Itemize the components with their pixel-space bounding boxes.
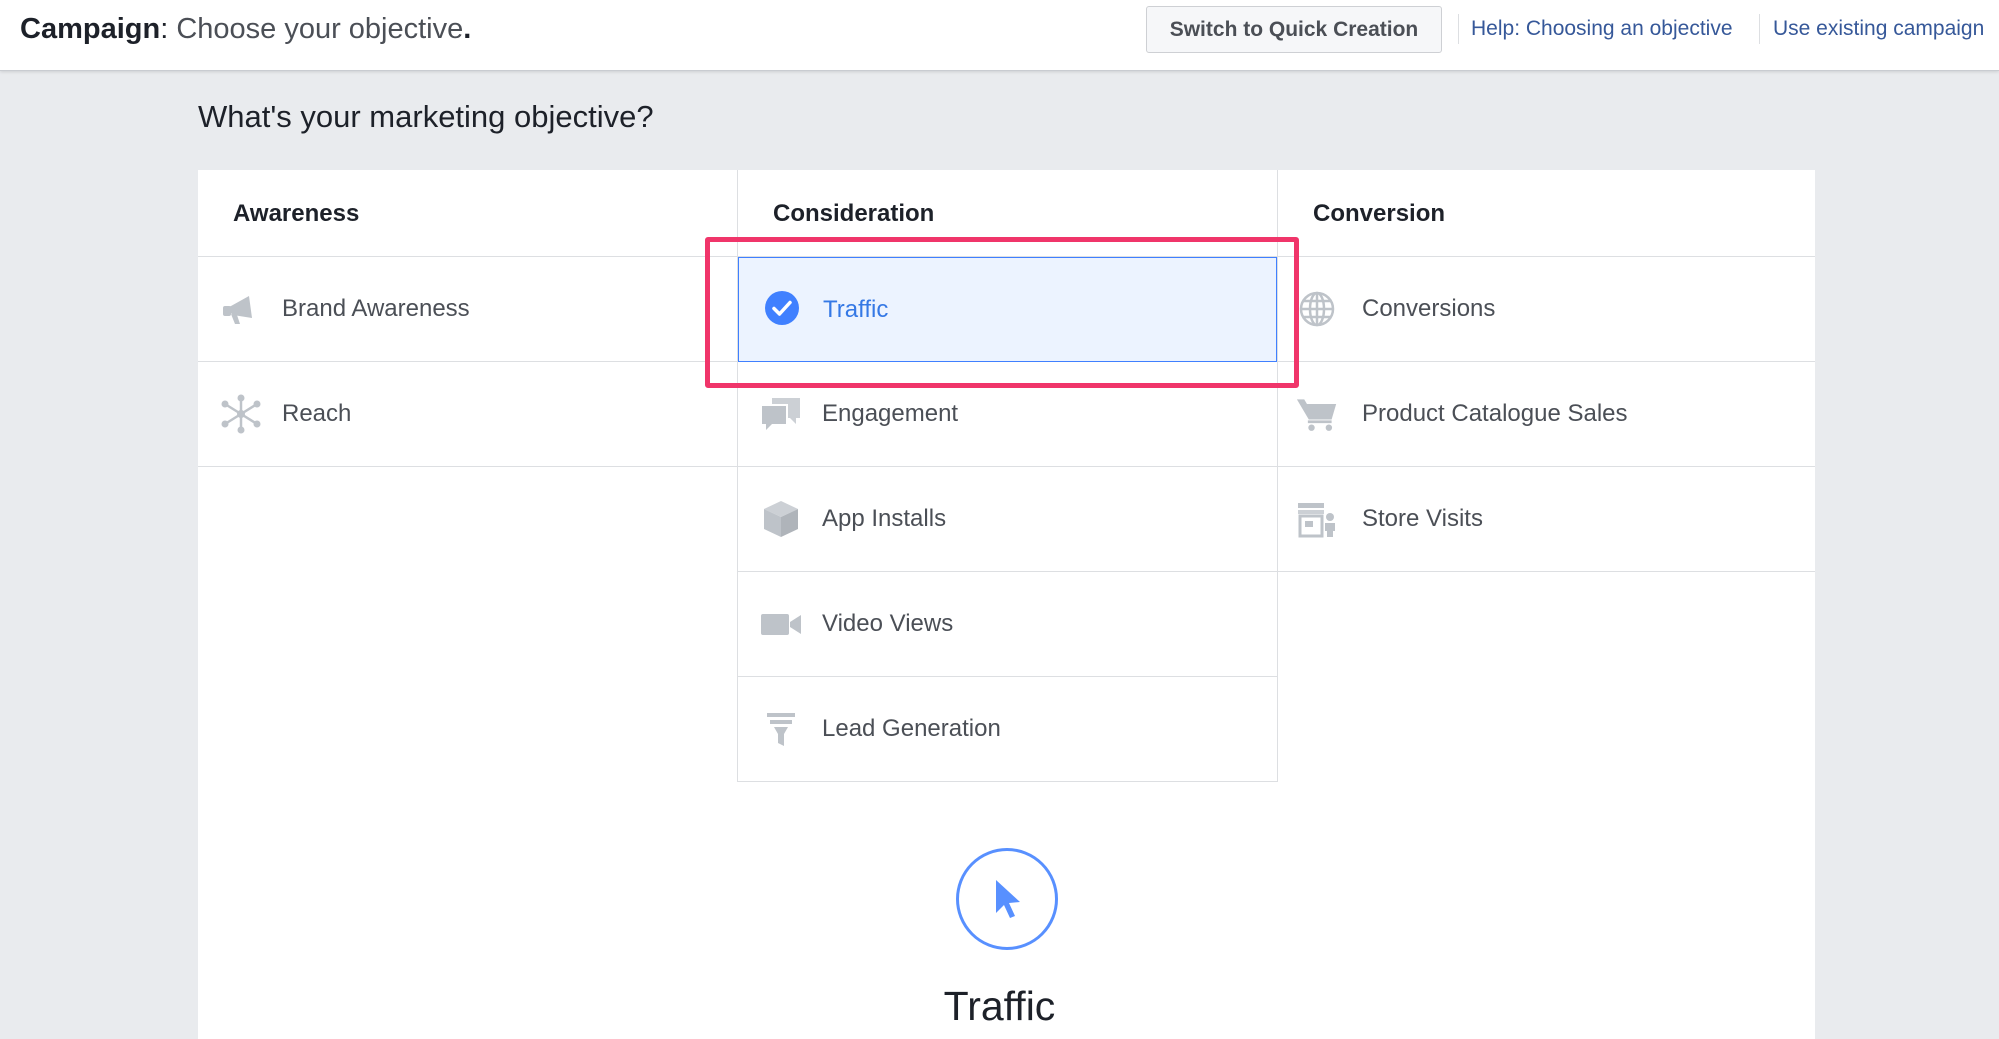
store-icon (1296, 500, 1338, 538)
objective-engagement[interactable]: Engagement (738, 362, 1277, 467)
title-subtitle: Choose your objective (176, 13, 464, 45)
selected-objective-title: Traffic (943, 983, 1056, 1029)
objective-label: Brand Awareness (282, 295, 470, 322)
objective-label: Store Visits (1362, 505, 1483, 532)
objective-video-views[interactable]: Video Views (738, 572, 1277, 677)
globe-icon (1296, 290, 1338, 328)
objective-traffic[interactable]: Traffic (738, 257, 1277, 362)
conversion-column: Conversion Conversions Product Catalogue… (1278, 170, 1815, 572)
help-choosing-objective-link[interactable]: Help: Choosing an objective (1471, 16, 1733, 42)
title-period: . (463, 13, 472, 45)
column-header-awareness: Awareness (198, 170, 737, 257)
title-campaign: Campaign (20, 13, 161, 45)
objective-label: Reach (282, 400, 352, 427)
divider (1759, 14, 1760, 44)
awareness-column: Awareness Brand Awareness Reach (198, 170, 737, 467)
objective-reach[interactable]: Reach (198, 362, 737, 467)
page-title: Campaign: Choose your objective. (20, 12, 471, 46)
cart-icon (1296, 395, 1338, 433)
objective-label: Video Views (822, 610, 954, 637)
objective-heading: What's your marketing objective? (198, 99, 654, 134)
objective-product-catalogue-sales[interactable]: Product Catalogue Sales (1278, 362, 1815, 467)
reach-icon (220, 394, 262, 434)
objective-conversions[interactable]: Conversions (1278, 257, 1815, 362)
divider (1458, 14, 1459, 44)
switch-to-quick-creation-button[interactable]: Switch to Quick Creation (1146, 6, 1442, 53)
column-header-consideration: Consideration (738, 170, 1277, 257)
cursor-icon (956, 848, 1058, 950)
objective-lead-generation[interactable]: Lead Generation (738, 677, 1277, 782)
title-colon: : (160, 13, 177, 45)
objective-label: Lead Generation (822, 715, 1001, 742)
megaphone-icon (220, 290, 262, 328)
objective-label: Traffic (823, 296, 889, 323)
column-header-conversion: Conversion (1278, 170, 1815, 257)
objective-label: Product Catalogue Sales (1362, 400, 1628, 427)
check-circle-icon (761, 289, 803, 327)
objective-label: Engagement (822, 400, 959, 427)
objective-brand-awareness[interactable]: Brand Awareness (198, 257, 737, 362)
top-bar: Campaign: Choose your objective. Switch … (0, 0, 1999, 71)
objective-app-installs[interactable]: App Installs (738, 467, 1277, 572)
funnel-icon (760, 710, 802, 748)
objective-store-visits[interactable]: Store Visits (1278, 467, 1815, 572)
use-existing-campaign-link[interactable]: Use existing campaign (1773, 16, 1984, 42)
chat-bubbles-icon (760, 395, 802, 433)
box-icon (760, 500, 802, 538)
objective-label: Conversions (1362, 295, 1496, 322)
consideration-column: Consideration Traffic Engagement App Ins… (737, 170, 1278, 782)
video-camera-icon (760, 605, 802, 643)
objective-label: App Installs (822, 505, 947, 532)
